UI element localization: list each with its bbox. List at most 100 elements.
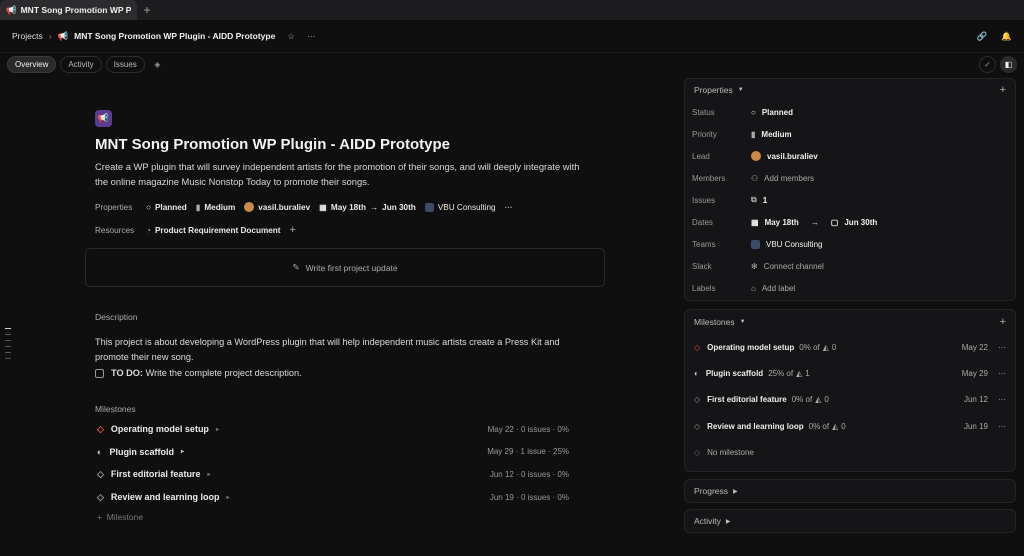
property-status[interactable]: Status ○ Planned bbox=[685, 101, 1015, 123]
description-text[interactable]: This project is about developing a WordP… bbox=[95, 335, 595, 365]
priority-chip[interactable]: ▮ Medium bbox=[196, 202, 236, 213]
status-value: Planned bbox=[154, 202, 187, 212]
bell-icon[interactable]: 🔔 bbox=[1001, 31, 1012, 42]
browser-tab[interactable]: 📢 MNT Song Promotion WP Plugin bbox=[0, 0, 137, 20]
property-priority[interactable]: Priority ▮ Medium bbox=[685, 123, 1015, 145]
todo-checkbox[interactable] bbox=[95, 368, 104, 378]
milestone-date: May 22 bbox=[961, 342, 988, 352]
more-options-icon[interactable]: ··· bbox=[998, 343, 1006, 352]
layers-icon[interactable]: ◈ bbox=[149, 56, 166, 73]
resource-link[interactable]: ◔ Product Requirement Document bbox=[146, 226, 281, 235]
expand-arrow-icon[interactable]: ▸ bbox=[207, 471, 210, 478]
property-key: Teams bbox=[692, 239, 716, 249]
sidebar-milestone-row[interactable]: ◇ Review and learning loop 0% of ◭ 0 Jun 19 ··… bbox=[685, 413, 1015, 439]
avatar bbox=[751, 151, 761, 161]
more-options-icon[interactable]: ··· bbox=[998, 369, 1006, 378]
description-label: Description bbox=[95, 312, 138, 322]
properties-panel: Properties ▼ + Status ○ Planned Priority ▮ M… bbox=[684, 78, 1016, 301]
status-chip[interactable]: ○ Planned bbox=[146, 203, 187, 212]
expand-arrow-icon[interactable]: ▸ bbox=[216, 426, 219, 433]
property-slack[interactable]: Slack ✻ Connect channel bbox=[685, 255, 1015, 277]
milestone-meta: Jun 12 · 0 issues · 0% bbox=[489, 469, 569, 479]
milestone-row[interactable]: ◇ Operating model setup ▸ May 22 · 0 iss… bbox=[97, 418, 569, 441]
progress-panel[interactable]: Progress ▶ bbox=[684, 479, 1016, 503]
expand-arrow-icon[interactable]: ▸ bbox=[226, 494, 229, 501]
chevron-right-icon: ▶ bbox=[725, 518, 731, 525]
megaphone-icon: 📢 bbox=[6, 4, 17, 15]
property-members[interactable]: Members ⚇ Add members bbox=[685, 167, 1015, 189]
tag-icon: ⌂ bbox=[751, 283, 756, 293]
write-update-label: Write first project update bbox=[305, 262, 398, 273]
edit-icon: ✎ bbox=[292, 262, 300, 272]
team-icon bbox=[424, 202, 434, 212]
sidebar-milestone-row[interactable]: ◇ Operating model setup 0% of ◭ 0 May 22 ··· bbox=[685, 334, 1015, 360]
page-title[interactable]: MNT Song Promotion WP Plugin - AIDD Prot… bbox=[95, 136, 605, 153]
project-megaphone-icon[interactable]: 📢 bbox=[95, 110, 112, 127]
property-teams[interactable]: Teams VBU Consulting bbox=[685, 233, 1015, 255]
milestone-name: Plugin scaffold bbox=[109, 446, 174, 457]
more-options-icon[interactable]: ··· bbox=[307, 31, 316, 41]
properties-panel-header[interactable]: Properties ▼ + bbox=[685, 79, 1015, 101]
check-circle-icon[interactable]: ✓ bbox=[979, 56, 996, 73]
milestone-row[interactable]: ◐ Plugin scaffold ▸ May 29 · 1 issue · 2… bbox=[97, 441, 569, 464]
link-icon[interactable]: 🔗 bbox=[977, 31, 988, 42]
team-chip[interactable]: VBU Consulting bbox=[424, 202, 496, 212]
write-update-button[interactable]: ✎ Write first project update bbox=[85, 248, 605, 287]
todo-item[interactable]: TO DO: Write the complete project descri… bbox=[95, 368, 605, 378]
expand-arrow-icon[interactable]: ▸ bbox=[181, 448, 184, 455]
new-tab-button[interactable]: + bbox=[137, 0, 157, 20]
milestone-date: Jun 19 bbox=[963, 421, 988, 431]
issues-triangle-icon: ◭ bbox=[832, 421, 839, 431]
property-dates[interactable]: Dates ▦ May 18th → ▢ Jun 30th bbox=[685, 211, 1015, 233]
activity-panel-header[interactable]: Activity ▶ bbox=[685, 510, 1015, 532]
calendar-icon: ▦ bbox=[319, 203, 327, 212]
milestone-diamond-icon: ◇ bbox=[694, 421, 701, 431]
property-key: Labels bbox=[692, 283, 716, 293]
more-properties-icon[interactable]: ··· bbox=[505, 203, 513, 212]
chevron-down-icon: ▼ bbox=[737, 87, 744, 93]
resource-title: Product Requirement Document bbox=[154, 225, 281, 235]
progress-panel-header[interactable]: Progress ▶ bbox=[685, 480, 1015, 502]
breadcrumb-project-name[interactable]: MNT Song Promotion WP Plugin - AIDD Prot… bbox=[74, 31, 275, 41]
dashed-diamond-icon: ◇ bbox=[694, 447, 701, 457]
tab-overview[interactable]: Overview bbox=[7, 56, 57, 73]
milestone-name: First editorial feature bbox=[707, 395, 787, 405]
add-resource-icon[interactable]: + bbox=[290, 224, 296, 236]
lead-value: vasil.buraliev bbox=[258, 202, 311, 212]
milestone-diamond-icon: ◇ bbox=[694, 342, 701, 352]
more-options-icon[interactable]: ··· bbox=[998, 422, 1006, 431]
dates-chip[interactable]: ▦ May 18th → Jun 30th bbox=[319, 202, 416, 213]
tab-activity[interactable]: Activity bbox=[60, 56, 102, 73]
no-milestone-row[interactable]: ◇ No milestone bbox=[685, 439, 1015, 465]
properties-label: Properties bbox=[95, 202, 133, 212]
outline-marks[interactable] bbox=[5, 328, 11, 359]
add-milestone-icon[interactable]: + bbox=[1000, 316, 1006, 328]
milestone-diamond-icon: ◇ bbox=[694, 395, 701, 405]
sidebar-milestone-row[interactable]: ◐ Plugin scaffold 25% of ◭ 1 May 29 ··· bbox=[685, 360, 1015, 386]
lead-chip[interactable]: vasil.buraliev bbox=[244, 202, 310, 212]
add-property-icon[interactable]: + bbox=[1000, 84, 1006, 96]
property-labels[interactable]: Labels ⌂ Add label bbox=[685, 277, 1015, 299]
add-milestone-button[interactable]: + Milestone bbox=[97, 512, 605, 522]
tab-issues[interactable]: Issues bbox=[105, 56, 145, 73]
priority-value: Medium bbox=[204, 202, 236, 212]
no-milestone-label: No milestone bbox=[707, 447, 754, 457]
property-lead[interactable]: Lead vasil.buraliev bbox=[685, 145, 1015, 167]
sidebar-milestone-row[interactable]: ◇ First editorial feature 0% of ◭ 0 Jun 12 ··· bbox=[685, 387, 1015, 413]
breadcrumb-projects[interactable]: Projects bbox=[12, 31, 43, 41]
property-issues[interactable]: Issues ⧉ 1 bbox=[685, 189, 1015, 211]
milestone-row[interactable]: ◇ Review and learning loop ▸ Jun 19 · 0 … bbox=[97, 486, 569, 509]
more-options-icon[interactable]: ··· bbox=[998, 395, 1006, 404]
milestone-name: Plugin scaffold bbox=[705, 368, 764, 378]
milestones-panel-header[interactable]: Milestones ▼ + bbox=[685, 310, 1015, 334]
milestone-row[interactable]: ◇ First editorial feature ▸ Jun 12 · 0 i… bbox=[97, 463, 569, 486]
issues-triangle-icon: ◭ bbox=[796, 368, 803, 378]
milestone-meta: May 29 · 1 issue · 25% bbox=[487, 447, 569, 457]
property-key: Members bbox=[692, 173, 726, 183]
activity-panel[interactable]: Activity ▶ bbox=[684, 509, 1016, 533]
browser-tab-title: MNT Song Promotion WP Plugin bbox=[20, 5, 131, 15]
chevron-down-icon: ▼ bbox=[739, 319, 746, 325]
star-icon[interactable]: ☆ bbox=[287, 31, 295, 42]
project-summary[interactable]: Create a WP plugin that will survey inde… bbox=[95, 159, 585, 189]
panel-toggle-icon[interactable]: ◧ bbox=[1000, 56, 1017, 73]
